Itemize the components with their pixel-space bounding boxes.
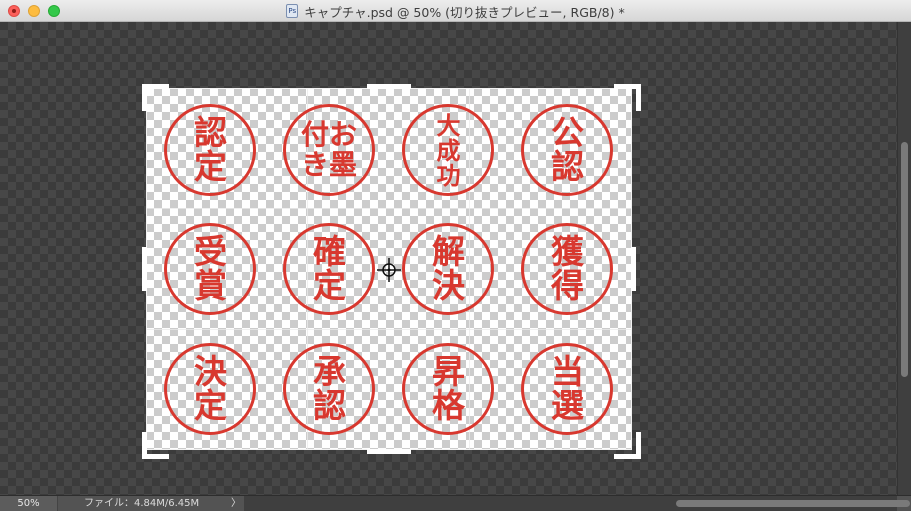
crop-handle-left[interactable] [142,247,147,291]
title-bar: Ps キャプチャ.psd @ 50% (切り抜きプレビュー, RGB/8) * [0,0,911,22]
vertical-scrollbar[interactable] [897,22,911,495]
horizontal-scrollbar[interactable] [244,496,910,511]
crop-handle-bottom-left[interactable] [142,432,169,459]
crop-handle-bottom-right[interactable] [614,432,641,459]
crop-handle-right[interactable] [631,247,636,291]
psd-file-icon: Ps [286,4,299,18]
status-bar: 50% ファイル：4.84M/6.45M 〉 [0,495,911,511]
vertical-scroll-thumb[interactable] [901,142,908,377]
crop-handle-top[interactable] [367,84,411,89]
status-menu-arrow-icon[interactable]: 〉 [231,496,241,511]
crop-center-crosshair-icon[interactable] [376,257,402,283]
horizontal-scroll-thumb[interactable] [676,500,910,507]
crop-handle-top-right[interactable] [614,84,641,111]
file-size-info[interactable]: ファイル：4.84M/6.45M [84,496,199,511]
zoom-level-field[interactable]: 50% [0,496,58,511]
window-title: キャプチャ.psd @ 50% (切り抜きプレビュー, RGB/8) * [304,4,625,20]
crop-handle-bottom[interactable] [367,449,411,454]
crop-handle-top-left[interactable] [142,84,169,111]
